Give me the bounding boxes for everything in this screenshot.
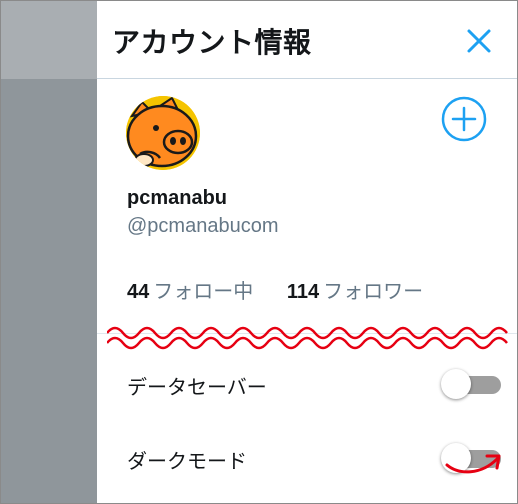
- user-handle[interactable]: @pcmanabucom: [127, 215, 278, 238]
- dark-mode-toggle-knob: [441, 443, 471, 473]
- dark-mode-label: ダークモード: [127, 451, 247, 473]
- setting-row-dark-mode[interactable]: ダークモード: [97, 439, 517, 479]
- display-name[interactable]: pcmanabu: [127, 187, 227, 210]
- omission-squiggle-annotation: [107, 326, 508, 350]
- data-saver-toggle-knob: [441, 369, 471, 399]
- add-account-button[interactable]: [441, 96, 487, 142]
- drawer-header: アカウント情報: [97, 1, 517, 79]
- followers-count: 114: [286, 281, 320, 303]
- pig-avatar-icon: [126, 96, 200, 170]
- following-link[interactable]: 44 フォロー中: [127, 275, 253, 304]
- data-saver-label: データセーバー: [127, 377, 267, 399]
- setting-row-data-saver[interactable]: データセーバー: [97, 365, 517, 405]
- followers-link[interactable]: 114 フォロワー: [287, 275, 423, 304]
- followers-label: フォロワー: [323, 281, 424, 303]
- dark-mode-toggle[interactable]: [441, 443, 503, 475]
- account-drawer: アカウント情報 pcmanabu @pcmanabucom 44 フォロー中 1…: [97, 1, 517, 503]
- screenshot-frame: アカウント情報 pcmanabu @pcmanabucom 44 フォロー中 1…: [0, 0, 518, 504]
- following-count: 44: [127, 281, 150, 303]
- backdrop-header-area: [1, 1, 97, 79]
- avatar[interactable]: [126, 96, 200, 170]
- follow-stats: 44 フォロー中 114 フォロワー: [127, 275, 423, 304]
- close-button[interactable]: [463, 25, 495, 57]
- drawer-title: アカウント情報: [112, 27, 312, 58]
- data-saver-toggle[interactable]: [441, 369, 503, 401]
- page-backdrop[interactable]: [1, 1, 97, 503]
- plus-circle-icon: [441, 96, 487, 142]
- following-label: フォロー中: [153, 281, 254, 303]
- close-icon: [467, 29, 491, 53]
